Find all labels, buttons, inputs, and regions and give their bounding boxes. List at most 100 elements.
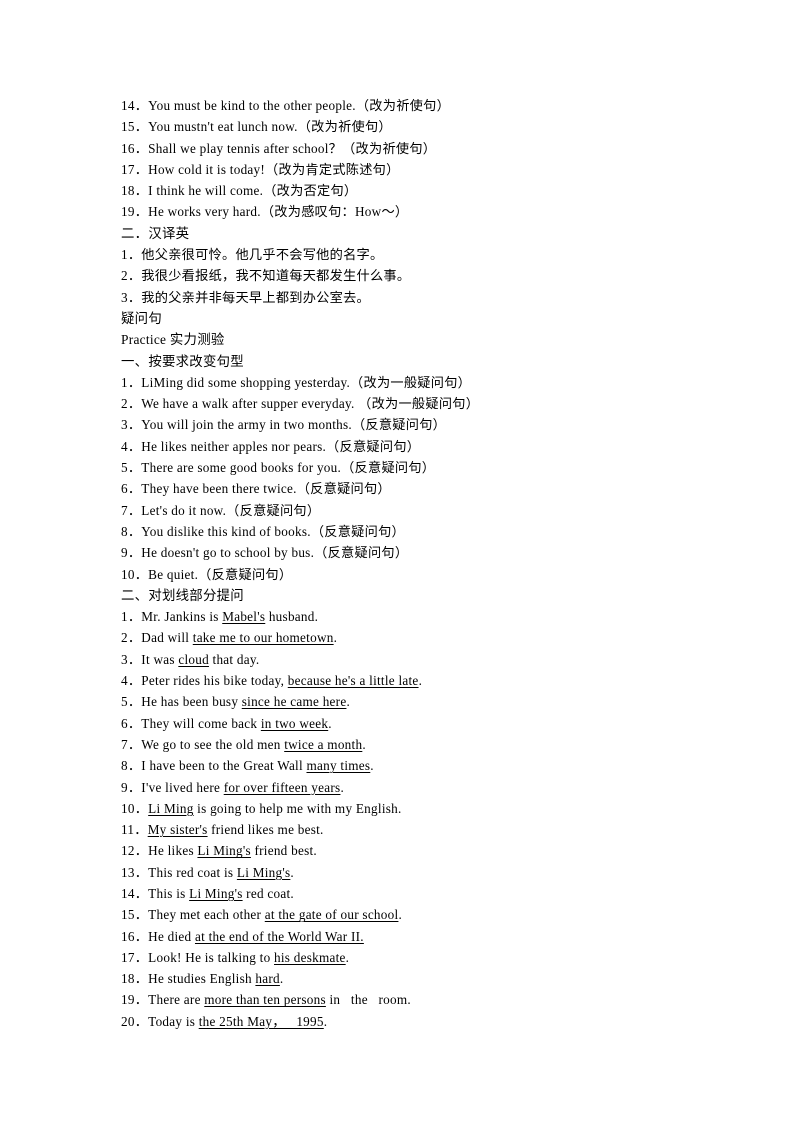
exercise-item: 14．This is Li Ming's red coat. — [121, 883, 681, 904]
exercise-item: 6．They will come back in two week. — [121, 713, 681, 734]
sentence-text: . — [346, 694, 351, 710]
exercise-item: 13．This red coat is Li Ming's. — [121, 862, 681, 883]
exercise-item: 7．Let's do it now.（反意疑问句） — [121, 502, 321, 518]
exercise-item: 18．He studies English hard. — [121, 968, 681, 989]
sentence-text: . — [328, 715, 332, 731]
exercise-item: 18．I think he will come.（改为否定句） — [121, 183, 358, 199]
section-heading: 二．汉译英 — [121, 225, 190, 241]
exercise-item: 12．He likes Li Ming's friend best. — [121, 840, 681, 861]
document-text-body: 14．You must be kind to the other people.… — [121, 95, 681, 1032]
underlined-phrase: at the gate of our school — [264, 907, 399, 923]
sentence-text: 20．Today is — [121, 1013, 199, 1029]
text-line: Practice 实力测验 — [121, 332, 225, 348]
exercise-item: 2．我很少看报纸，我不知道每天都发生什么事。 — [121, 268, 411, 284]
sentence-text: . — [362, 736, 366, 752]
exercise-item: 11．My sister's friend likes me best. — [121, 819, 681, 840]
sentence-text: 16．He died — [121, 928, 195, 944]
exercise-item: 1．LiMing did some shopping yesterday.（改为… — [121, 374, 472, 390]
sentence-text: 17．Look! He is talking to — [121, 949, 275, 965]
sentence-text: 1．Mr. Jankins is — [121, 609, 223, 625]
underlined-phrase: Mabel's — [222, 609, 266, 625]
underlined-phrase: twice a month — [284, 736, 363, 752]
sentence-text: 12．He likes — [121, 843, 198, 859]
exercise-item: 7．We go to see the old men twice a month… — [121, 734, 681, 755]
exercise-item: 8．You dislike this kind of books.（反意疑问句） — [121, 523, 405, 539]
sentence-text: 14．This is — [121, 885, 190, 901]
exercise-item: 19．He works very hard.（改为感叹句：How～） — [121, 204, 409, 220]
sentence-text: 4．Peter rides his bike today, — [121, 673, 288, 689]
exercise-item: 2．Dad will take me to our hometown. — [121, 627, 681, 648]
underlined-phrase: cloud — [178, 651, 209, 667]
document-page: 14．You must be kind to the other people.… — [0, 0, 794, 1123]
sentence-text: friend likes me best. — [207, 822, 324, 838]
underlined-phrase: take me to our hometown — [192, 630, 334, 646]
sentence-text: is going to help me with my English. — [193, 800, 402, 816]
sentence-text: . — [333, 630, 338, 646]
sentence-text: . — [279, 971, 284, 987]
sentence-text: . — [398, 907, 402, 923]
exercise-item: 3．It was cloud that day. — [121, 649, 681, 670]
exercise-item: 10．Be quiet.（反意疑问句） — [121, 566, 293, 582]
text-line: 疑问句 — [121, 310, 162, 326]
sentence-text: 9．I've lived here — [121, 779, 224, 795]
exercise-item: 17．How cold it is today!（改为肯定式陈述句） — [121, 161, 400, 177]
sentence-text: in the room. — [325, 992, 411, 1008]
exercise-item: 5．There are some good books for you.（反意疑… — [121, 460, 436, 476]
underlined-phrase: hard — [255, 971, 280, 987]
sentence-text: red coat. — [242, 885, 294, 901]
underlined-phrase: Li Ming's — [236, 864, 291, 880]
exercise-item: 8．I have been to the Great Wall many tim… — [121, 755, 681, 776]
exercise-item: 15．You mustn't eat lunch now.（改为祈使句） — [121, 119, 392, 135]
sentence-text: 6．They will come back — [121, 715, 261, 731]
underlined-phrase: for over fifteen years — [223, 779, 341, 795]
underlined-phrase: his deskmate — [274, 949, 346, 965]
sentence-text: . — [345, 949, 350, 965]
sentence-text: 2．Dad will — [121, 630, 193, 646]
sentence-text: 5．He has been busy — [121, 694, 242, 710]
sentence-text: that day. — [208, 651, 260, 667]
sentence-text: 8．I have been to the Great Wall — [121, 758, 307, 774]
sentence-text: 3．It was — [121, 651, 179, 667]
exercise-item: 16．Shall we play tennis after school？（改为… — [121, 140, 437, 156]
exercise-item: 1．他父亲很可怜。他几乎不会写他的名字。 — [121, 247, 384, 263]
exercise-item: 15．They met each other at the gate of ou… — [121, 904, 681, 925]
sentence-text: . — [340, 779, 345, 795]
underlined-phrase: at the end of the World War II. — [194, 928, 364, 944]
exercise-item: 14．You must be kind to the other people.… — [121, 98, 451, 113]
sentence-text: 19．There are — [121, 992, 205, 1008]
section-heading: 二、对划线部分提问 — [121, 587, 244, 603]
sentence-text: 13．This red coat is — [121, 864, 237, 880]
underlined-phrase: because he's a little late — [287, 673, 419, 689]
underlined-phrase: in two week — [260, 715, 329, 731]
sentence-text: 10． — [121, 800, 149, 816]
sentence-text: husband. — [265, 609, 319, 625]
exercise-item: 10．Li Ming is going to help me with my E… — [121, 798, 681, 819]
underlined-phrase: Li Ming's — [197, 843, 251, 859]
underlined-phrase: more than ten persons — [204, 992, 326, 1008]
underlined-phrase: since he came here — [241, 694, 347, 710]
sentence-text: 7．We go to see the old men — [121, 736, 285, 752]
exercise-item: 20．Today is the 25th May， 1995. — [121, 1011, 681, 1032]
exercise-item: 4．He likes neither apples nor pears.（反意疑… — [121, 438, 421, 454]
sentence-text: 11． — [121, 822, 148, 838]
exercise-item: 4．Peter rides his bike today, because he… — [121, 670, 681, 691]
underlined-phrase: many times — [306, 758, 371, 774]
sentence-text: friend best. — [250, 843, 317, 859]
exercise-item: 19．There are more than ten persons in th… — [121, 989, 681, 1010]
exercise-item: 17．Look! He is talking to his deskmate. — [121, 947, 681, 968]
exercise-item: 9．I've lived here for over fifteen years… — [121, 777, 681, 798]
exercise-item: 3．我的父亲并非每天早上都到办公室去。 — [121, 289, 370, 305]
sentence-text: . — [290, 864, 294, 880]
underlined-phrase: My sister's — [147, 822, 208, 838]
sentence-text: . — [370, 758, 374, 774]
underlined-phrase: Li Ming's — [189, 885, 243, 901]
exercise-item: 16．He died at the end of the World War I… — [121, 926, 681, 947]
exercise-item: 6．They have been there twice.（反意疑问句） — [121, 481, 391, 497]
exercise-item: 9．He doesn't go to school by bus.（反意疑问句） — [121, 545, 409, 561]
sentence-text: 15．They met each other — [121, 907, 265, 923]
sentence-text: . — [418, 673, 423, 689]
underlined-phrase: Li Ming — [148, 800, 194, 816]
sentence-text: 18．He studies English — [121, 971, 256, 987]
sentence-text: . — [323, 1013, 328, 1029]
exercise-item: 2．We have a walk after supper everyday. … — [121, 396, 480, 412]
